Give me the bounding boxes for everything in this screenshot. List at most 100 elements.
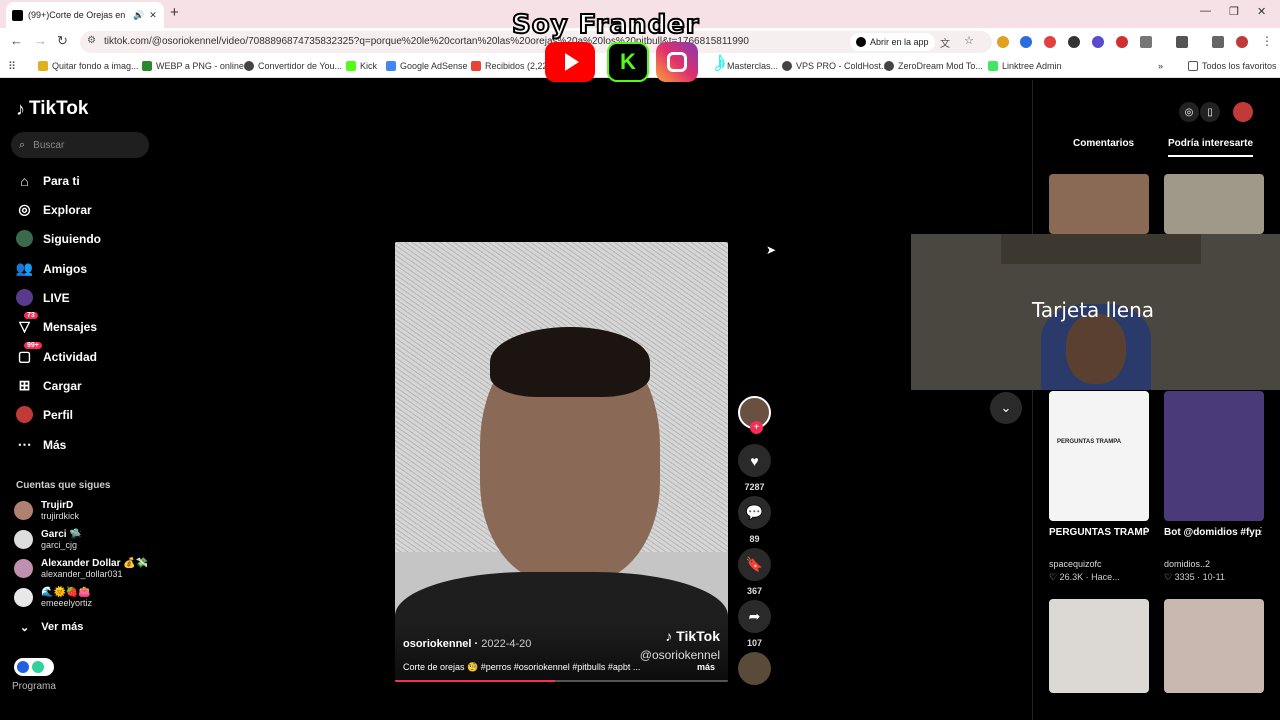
comment-button[interactable]: 💬 89 xyxy=(738,496,771,544)
bookmark-item[interactable]: VPS PRO - ColdHost... xyxy=(782,61,889,71)
suggested-thumbnail[interactable] xyxy=(1049,599,1149,693)
profile-avatar[interactable] xyxy=(1233,102,1253,122)
upload-icon: ⊞ xyxy=(18,377,31,393)
followed-account[interactable]: Alexander Dollar 💰💸 alexander_dollar031 xyxy=(14,558,148,579)
bookmark-item[interactable]: Linktree Admin xyxy=(988,61,1062,71)
search-input[interactable]: ⌕ Buscar xyxy=(11,132,149,158)
next-video-button[interactable]: ⌄ xyxy=(990,392,1022,424)
sidebar-item-live[interactable]: LIVE xyxy=(16,289,70,306)
author-avatar-button[interactable]: + xyxy=(738,396,771,434)
bookmark-icon: 🔖 xyxy=(738,548,771,581)
avatar xyxy=(14,588,33,607)
sidebar-item-actividad[interactable]: ▢ 99+ Actividad xyxy=(16,342,97,365)
bookmark-item[interactable]: Google AdSense xyxy=(386,61,468,71)
suggested-author[interactable]: spacequizofc xyxy=(1049,559,1102,569)
open-in-app-button[interactable]: Abrir en la app xyxy=(850,33,935,51)
bookmark-item[interactable]: Recibidos (2,229) xyxy=(471,61,556,71)
video-player[interactable]: ♪ TikTok @osoriokennel osoriokennel · 20… xyxy=(395,242,728,682)
suggested-title[interactable]: PERGUNTAS TRAMPA! #quiz... xyxy=(1049,527,1149,538)
folder-icon xyxy=(1188,61,1198,71)
program-icon xyxy=(17,661,29,673)
suggested-thumbnail[interactable] xyxy=(1164,599,1264,693)
suggested-title[interactable]: Bot @domidios #fyp #kick #fyp... xyxy=(1164,527,1264,538)
save-button[interactable]: 🔖 367 xyxy=(738,548,771,596)
side-panel-icon[interactable] xyxy=(1176,36,1188,48)
sidebar-item-mas[interactable]: ⋯ Más xyxy=(16,436,67,453)
extension-icon[interactable] xyxy=(1044,36,1056,48)
sidebar-item-explorar[interactable]: ◎ Explorar xyxy=(16,201,91,218)
follow-plus-icon[interactable]: + xyxy=(750,421,763,434)
cast-icon[interactable] xyxy=(1212,36,1224,48)
bookmark-item[interactable]: Quitar fondo a imag... xyxy=(38,61,139,71)
bookmarks-overflow-icon[interactable]: » xyxy=(1158,61,1163,71)
translate-icon[interactable]: 文 xyxy=(940,35,950,50)
video-caption: Corte de orejas 🧐 #perros #osoriokennel … xyxy=(403,662,641,672)
suggested-author[interactable]: domidios..2 xyxy=(1164,559,1210,569)
avatar xyxy=(14,501,33,520)
profile-avatar[interactable] xyxy=(1236,36,1248,48)
extensions-puzzle-icon[interactable] xyxy=(1140,36,1152,48)
video-watermark-handle: @osoriokennel xyxy=(639,648,720,662)
all-bookmarks-button[interactable]: Todos los favoritos xyxy=(1188,61,1277,71)
sidebar-item-mensajes[interactable]: ▽ 73 Mensajes xyxy=(16,312,97,335)
suggested-thumbnail[interactable]: PERGUNTAS TRAMPA xyxy=(1049,391,1149,521)
compass-icon[interactable]: ◎ xyxy=(1179,102,1199,122)
bookmark-item[interactable]: Kick xyxy=(346,61,377,71)
close-window-icon[interactable]: ✕ xyxy=(1257,5,1266,18)
site-info-icon[interactable]: ⚙ xyxy=(87,35,96,46)
extension-icon[interactable] xyxy=(1020,36,1032,48)
card-menu-icon[interactable]: ⋮ xyxy=(1141,526,1151,537)
minimize-icon[interactable]: — xyxy=(1200,5,1211,17)
adsense-icon xyxy=(386,61,396,71)
following-icon xyxy=(16,230,33,247)
suggested-thumbnail[interactable] xyxy=(1164,391,1264,521)
mobile-icon[interactable]: ▯ xyxy=(1200,102,1220,122)
sidebar-item-siguiendo[interactable]: Siguiendo xyxy=(16,230,101,247)
suggested-thumbnail[interactable] xyxy=(1049,174,1149,234)
activity-icon: ▢ 99+ xyxy=(16,342,42,365)
video-progress-bar[interactable] xyxy=(395,680,728,682)
heart-icon: ♥ xyxy=(738,444,771,477)
tab-suggested[interactable]: Podría interesarte xyxy=(1168,138,1254,157)
like-button[interactable]: ♥ 7287 xyxy=(738,444,771,492)
close-tab-icon[interactable]: ✕ xyxy=(149,10,157,21)
sidebar-item-para-ti[interactable]: ⌂ Para ti xyxy=(16,172,79,189)
program-toggle[interactable] xyxy=(14,658,54,676)
extension-icon[interactable] xyxy=(1068,36,1080,48)
forward-icon[interactable]: → xyxy=(34,33,47,48)
bookmark-item[interactable]: WEBP a PNG - online... xyxy=(142,61,251,71)
bookmark-star-icon[interactable]: ☆ xyxy=(964,34,974,47)
new-tab-button[interactable]: + xyxy=(170,4,179,21)
search-icon: ⌕ xyxy=(19,138,26,151)
bookmark-item[interactable]: Convertidor de You... xyxy=(244,61,342,71)
followed-account[interactable]: 🌊🌞🍓👛 emeeelyortiz xyxy=(14,587,92,608)
video-author[interactable]: osoriokennel · 2022-4-20 xyxy=(403,638,531,650)
apps-grid-icon[interactable]: ⠿ xyxy=(8,60,16,73)
kick-icon xyxy=(346,61,356,71)
tiktok-logo[interactable]: ♪ TikTok xyxy=(16,98,88,120)
caption-more-button[interactable]: más xyxy=(697,662,715,672)
browser-tab[interactable]: (99+)Corte de Orejas en Pit 🔊 ✕ xyxy=(6,2,164,28)
speaker-icon[interactable]: 🔊 xyxy=(133,10,144,21)
suggested-thumbnail[interactable] xyxy=(1164,174,1264,234)
tiktok-note-icon: ♪ xyxy=(665,628,677,644)
sidebar-item-perfil[interactable]: Perfil xyxy=(16,406,73,423)
reload-icon[interactable]: ↻ xyxy=(57,33,68,49)
chrome-menu-icon[interactable]: ⋮ xyxy=(1261,34,1273,48)
followed-account[interactable]: TrujirD trujirdkick xyxy=(14,500,79,521)
sound-avatar-button[interactable] xyxy=(738,652,771,685)
card-menu-icon[interactable]: ⋮ xyxy=(1256,526,1266,537)
sidebar-item-amigos[interactable]: 👥 Amigos xyxy=(16,260,87,277)
tab-comments[interactable]: Comentarios xyxy=(1073,138,1134,149)
sidebar-item-cargar[interactable]: ⊞ Cargar xyxy=(16,377,82,394)
adblock-icon[interactable] xyxy=(1116,36,1128,48)
back-icon[interactable]: ← xyxy=(10,33,23,48)
extension-icon[interactable] xyxy=(997,36,1009,48)
followed-account[interactable]: Garci 🛸 garci_cjg xyxy=(14,529,82,550)
webcam-shelf xyxy=(1001,234,1201,264)
see-more-button[interactable]: ⌄ Ver más xyxy=(20,621,83,634)
extension-icon[interactable] xyxy=(1092,36,1104,48)
restore-icon[interactable]: ❐ xyxy=(1229,5,1239,18)
share-button[interactable]: ➦ 107 xyxy=(738,600,771,648)
bookmark-item[interactable]: ZeroDream Mod To... xyxy=(884,61,983,71)
